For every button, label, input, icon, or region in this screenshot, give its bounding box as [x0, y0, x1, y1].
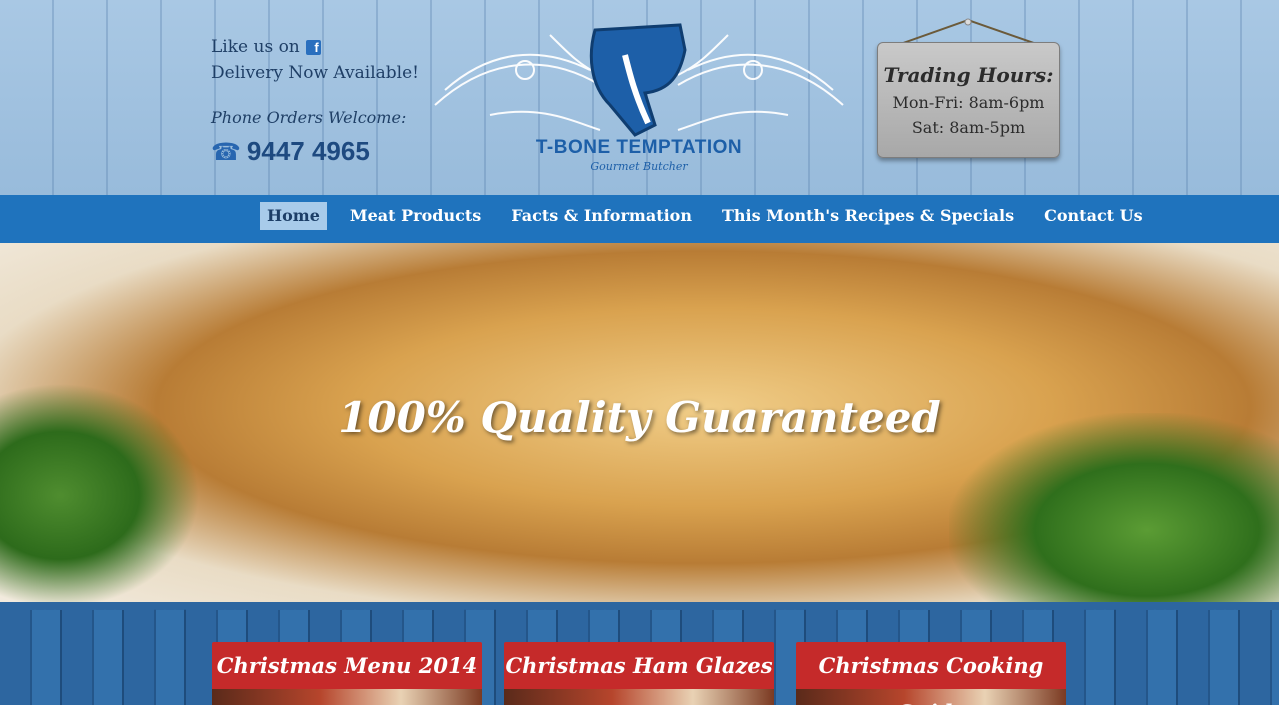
- site-logo[interactable]: T-BONE TEMPTATION Gourmet Butcher: [430, 15, 848, 180]
- card-image[interactable]: [504, 689, 774, 705]
- phone-number-block: ☎ 9447 4965: [211, 136, 370, 167]
- site-header: Like us on f Delivery Now Available! Pho…: [0, 0, 1279, 195]
- nav-contact-us[interactable]: Contact Us: [1037, 202, 1149, 230]
- facebook-link[interactable]: Like us on f: [211, 34, 419, 60]
- nav-home[interactable]: Home: [260, 202, 327, 230]
- parsley-right: [949, 413, 1279, 608]
- contact-info: Like us on f Delivery Now Available!: [211, 34, 419, 86]
- card-title[interactable]: Christmas Cooking Guide: [796, 642, 1066, 705]
- card-christmas-menu[interactable]: Christmas Menu 2014: [212, 642, 482, 705]
- nav-facts-information[interactable]: Facts & Information: [504, 202, 699, 230]
- card-ham-glazes[interactable]: Christmas Ham Glazes: [504, 642, 774, 705]
- hours-weekday: Mon-Fri: 8am-6pm: [892, 93, 1045, 112]
- card-image[interactable]: [212, 689, 482, 705]
- hero-headline: 100% Quality Guaranteed: [338, 393, 941, 442]
- hours-board: Trading Hours: Mon-Fri: 8am-6pm Sat: 8am…: [877, 42, 1060, 158]
- trading-hours-sign: Trading Hours: Mon-Fri: 8am-6pm Sat: 8am…: [877, 18, 1060, 160]
- nav-meat-products[interactable]: Meat Products: [343, 202, 488, 230]
- phone-label: Phone Orders Welcome:: [211, 108, 407, 127]
- card-cooking-guide[interactable]: Christmas Cooking Guide: [796, 642, 1066, 705]
- hero-zigzag-edge: [0, 602, 1279, 610]
- phone-number: 9447 4965: [246, 136, 370, 166]
- facebook-icon[interactable]: f: [305, 39, 321, 55]
- hours-saturday: Sat: 8am-5pm: [911, 118, 1026, 137]
- card-title[interactable]: Christmas Menu 2014: [212, 642, 482, 689]
- nav-recipes-specials[interactable]: This Month's Recipes & Specials: [715, 202, 1021, 230]
- hero-banner: 100% Quality Guaranteed: [0, 243, 1279, 608]
- like-us-text: Like us on: [211, 37, 300, 57]
- logo-brand-name: T-BONE TEMPTATION: [535, 137, 743, 158]
- hours-title: Trading Hours:: [883, 63, 1054, 87]
- delivery-notice: Delivery Now Available!: [211, 63, 419, 83]
- logo-subtitle: Gourmet Butcher: [590, 160, 688, 173]
- phone-icon: ☎: [211, 137, 241, 166]
- card-title[interactable]: Christmas Ham Glazes: [504, 642, 774, 689]
